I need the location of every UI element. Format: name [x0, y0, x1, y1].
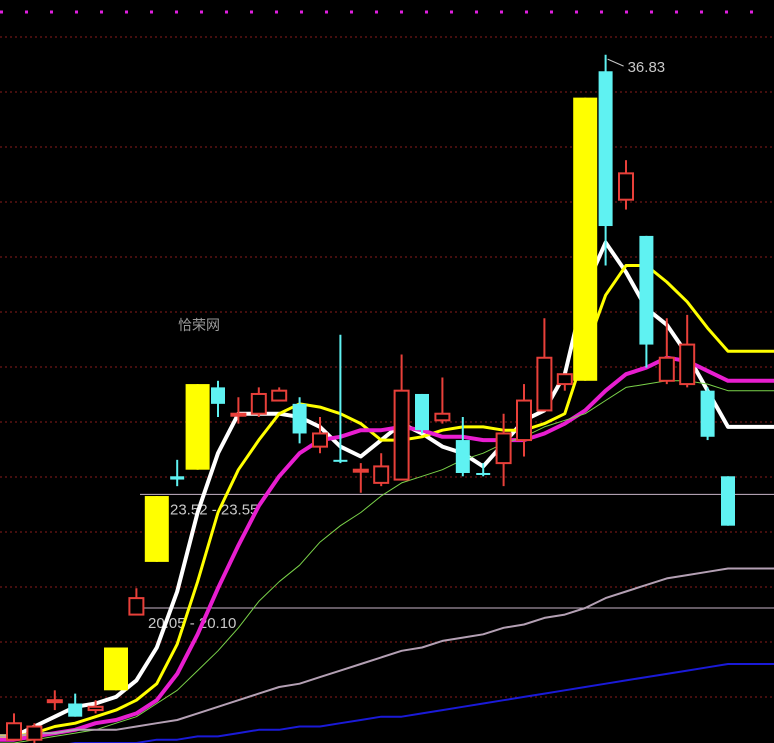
candle-body	[144, 496, 169, 562]
candle-body	[250, 392, 267, 415]
candle-body	[26, 725, 43, 741]
candle-body	[455, 440, 470, 473]
candle	[573, 97, 598, 381]
candle	[556, 373, 573, 391]
candle-body	[185, 384, 210, 470]
candle	[26, 723, 43, 743]
candle	[104, 647, 128, 691]
candle	[144, 496, 169, 562]
candle-body	[333, 459, 348, 462]
candle-body	[536, 356, 553, 412]
candle	[128, 588, 145, 616]
reference-label: 23.52 - 23.55	[170, 501, 258, 518]
candle	[721, 476, 735, 526]
candle	[679, 314, 696, 388]
candle	[373, 453, 390, 487]
candle-body	[373, 465, 390, 484]
candle	[434, 377, 451, 424]
candle	[170, 459, 185, 487]
candle	[658, 318, 675, 385]
candle-body	[46, 699, 63, 704]
candle-body	[679, 343, 696, 386]
candle	[211, 380, 225, 418]
candle-body	[230, 412, 247, 417]
candle	[292, 397, 307, 444]
candle-body	[434, 412, 451, 422]
candle-body	[700, 390, 715, 437]
candle	[700, 387, 715, 441]
candle-body	[598, 71, 613, 227]
candle-body	[211, 387, 225, 404]
candle	[352, 463, 369, 493]
candle	[185, 384, 210, 470]
candle	[46, 690, 63, 711]
grid-lines	[0, 10, 774, 698]
candle-body	[476, 472, 491, 475]
candle	[516, 384, 532, 457]
candle-body	[128, 597, 145, 616]
candle-body	[352, 468, 369, 473]
candle	[415, 393, 429, 434]
candle	[271, 387, 288, 402]
candle	[393, 354, 410, 481]
candle-body	[87, 705, 104, 712]
candle-body	[170, 476, 185, 480]
candle-body	[6, 722, 22, 741]
candle-body	[292, 403, 307, 434]
candle	[536, 318, 553, 412]
candle-body	[68, 703, 83, 717]
candle	[598, 54, 613, 266]
candle-body	[393, 389, 410, 481]
annotation-pointer	[607, 58, 624, 67]
candle-body	[312, 432, 328, 448]
candle-body	[415, 393, 429, 431]
annotations: 36.83	[607, 58, 666, 76]
candlestick-chart: 23.52 - 23.5520.05 - 20.10 恰荣网 36.83	[0, 10, 774, 743]
annotation-label: 36.83	[628, 59, 666, 76]
candle	[6, 713, 22, 741]
candle	[495, 413, 512, 487]
reference-lines: 23.52 - 23.5520.05 - 20.10	[140, 493, 774, 632]
candle-body	[104, 647, 128, 691]
candle-body	[721, 476, 735, 526]
candle-body	[271, 389, 288, 402]
candles	[6, 54, 735, 743]
candle	[250, 387, 267, 418]
candle-body	[639, 235, 654, 345]
candle-body	[516, 399, 532, 442]
candle-body	[556, 373, 573, 386]
candle-body	[618, 172, 634, 201]
candle-body	[573, 97, 598, 381]
candle-body	[495, 432, 512, 465]
candle	[639, 235, 654, 368]
candle-body	[658, 356, 675, 382]
watermark-text: 恰荣网	[178, 318, 220, 334]
